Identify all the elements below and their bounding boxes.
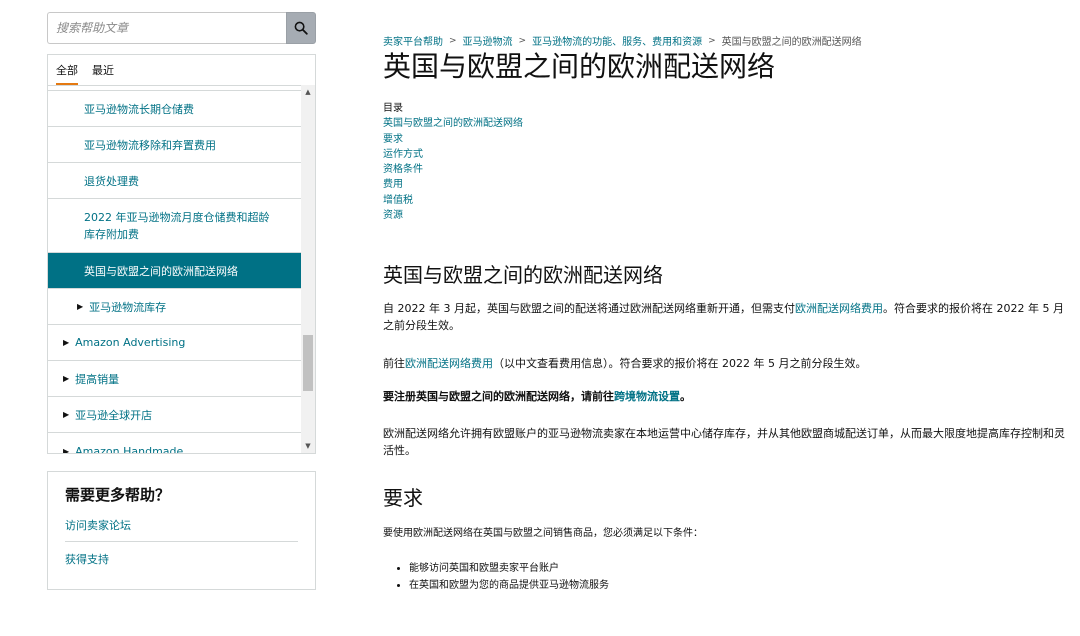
nav-item-global-selling[interactable]: ▶ 亚马逊全球开店 — [48, 397, 301, 433]
search-input[interactable] — [47, 12, 286, 44]
expand-triangle-icon: ▶ — [77, 302, 84, 311]
nav-item-label: Amazon Handmade — [75, 444, 184, 454]
article-content: 卖家平台帮助 > 亚马逊物流 > 亚马逊物流的功能、服务、费用和资源 > 英国与… — [383, 33, 1073, 594]
seller-forums-link[interactable]: 访问卖家论坛 — [65, 511, 298, 541]
more-help-title: 需要更多帮助？ — [65, 486, 171, 504]
toc-link-efn[interactable]: 英国与欧盟之间的欧洲配送网络 — [383, 116, 1073, 131]
toc-link-vat[interactable]: 增值税 — [383, 193, 1073, 208]
nav-tabs: 全部 最近 — [48, 55, 315, 86]
chevron-right-icon: > — [708, 35, 716, 46]
search-bar — [47, 12, 316, 44]
text: （以中文查看费用信息）。符合要求的报价将在 2022 年 5 月之前分段生效。 — [493, 357, 867, 371]
chevron-right-icon: > — [518, 35, 527, 46]
breadcrumb-seller-help[interactable]: 卖家平台帮助 — [383, 33, 443, 48]
scrollbar-thumb[interactable] — [303, 335, 313, 391]
nav-item-label: 提高销量 — [75, 372, 120, 386]
nav-item-amazon-advertising[interactable]: ▶ Amazon Advertising — [48, 325, 301, 361]
nav-tabs-panel: 全部 最近 — [47, 54, 316, 86]
paragraph-fees: 前往欧洲配送网络费用（以中文查看费用信息）。符合要求的报价将在 2022 年 5… — [383, 355, 1073, 372]
tab-recent[interactable]: 最近 — [92, 62, 114, 85]
list-item: 在英国和欧盟为您的商品提供亚马逊物流服务 — [409, 577, 1073, 594]
nav-item-grow-sales[interactable]: ▶ 提高销量 — [48, 361, 301, 397]
nav-item-label: 亚马逊物流移除和弃置费用 — [84, 138, 216, 152]
paragraph-requirements-intro: 要使用欧洲配送网络在英国与欧盟之间销售商品，您必须满足以下条件： — [383, 528, 703, 540]
nav-item-label: 2022 年亚马逊物流月度仓储费和超龄库存附加费 — [84, 210, 270, 241]
nav-item-removal-fee[interactable]: 亚马逊物流移除和弃置费用 — [48, 127, 301, 163]
nav-item-amazon-handmade[interactable]: ▶ Amazon Handmade — [48, 433, 301, 454]
efn-fees-link[interactable]: 欧洲配送网络费用 — [795, 302, 883, 315]
section-heading-efn: 英国与欧盟之间的欧洲配送网络 — [383, 263, 663, 288]
nav-item-label: 亚马逊物流长期仓储费 — [84, 102, 194, 116]
section-heading-requirements: 要求 — [383, 486, 423, 511]
expand-triangle-icon: ▶ — [63, 374, 70, 383]
paragraph-intro: 自 2022 年 3 月起，英国与欧盟之间的配送将通过欧洲配送网络重新开通，但需… — [383, 300, 1073, 334]
tab-all[interactable]: 全部 — [56, 62, 78, 85]
text: 前往 — [383, 357, 405, 371]
toc-link-eligibility[interactable]: 资格条件 — [383, 162, 1073, 177]
nav-scrollbar[interactable]: ▲ ▼ — [301, 85, 315, 453]
breadcrumb: 卖家平台帮助 > 亚马逊物流 > 亚马逊物流的功能、服务、费用和资源 > 英国与… — [383, 33, 1073, 49]
help-sidebar: 全部 最近 亚马逊物流长期仓储费 亚马逊物流移除和弃置费用 退货处理费 2022… — [47, 12, 316, 590]
nav-item-label: 亚马逊全球开店 — [75, 408, 153, 422]
toc-link-resources[interactable]: 资源 — [383, 208, 1073, 223]
nav-item-label: 英国与欧盟之间的欧洲配送网络 — [84, 264, 238, 278]
paragraph-description: 欧洲配送网络允许拥有欧盟账户的亚马逊物流卖家在本地运营中心储存库存，并从其他欧盟… — [383, 427, 1065, 458]
nav-list: 亚马逊物流长期仓储费 亚马逊物流移除和弃置费用 退货处理费 2022 年亚马逊物… — [48, 85, 301, 454]
toc-heading: 目录 — [383, 103, 403, 114]
cross-border-settings-link[interactable]: 跨境物流设置 — [614, 390, 680, 403]
toc-link-fees[interactable]: 费用 — [383, 177, 1073, 192]
scroll-down-icon[interactable]: ▼ — [301, 439, 315, 453]
requirements-list: 能够访问英国和欧盟卖家平台账户 在英国和欧盟为您的商品提供亚马逊物流服务 — [383, 560, 1073, 594]
text: 自 2022 年 3 月起，英国与欧盟之间的配送将通过欧洲配送网络重新开通，但需… — [383, 302, 795, 316]
paragraph-register: 要注册英国与欧盟之间的欧洲配送网络，请前往跨境物流设置。 — [383, 388, 1073, 405]
toc-link-how-it-works[interactable]: 运作方式 — [383, 147, 1073, 162]
page-title: 英国与欧盟之间的欧洲配送网络 — [383, 50, 776, 83]
nav-item-long-term-storage-fee[interactable]: 亚马逊物流长期仓储费 — [48, 91, 301, 127]
breadcrumb-fba[interactable]: 亚马逊物流 — [463, 33, 513, 48]
expand-triangle-icon: ▶ — [63, 338, 70, 347]
nav-tree[interactable]: 亚马逊物流长期仓储费 亚马逊物流移除和弃置费用 退货处理费 2022 年亚马逊物… — [47, 85, 316, 454]
nav-item-returns-fee[interactable]: 退货处理费 — [48, 163, 301, 199]
more-help-box: 需要更多帮助？ 访问卖家论坛 获得支持 — [47, 471, 316, 590]
list-item: 能够访问英国和欧盟卖家平台账户 — [409, 560, 1073, 577]
efn-fees-link-2[interactable]: 欧洲配送网络费用 — [405, 357, 493, 370]
get-support-link[interactable]: 获得支持 — [65, 542, 298, 575]
expand-triangle-icon: ▶ — [63, 446, 70, 454]
text-bold: 要注册英国与欧盟之间的欧洲配送网络，请前往 — [383, 390, 614, 404]
breadcrumb-fba-features[interactable]: 亚马逊物流的功能、服务、费用和资源 — [532, 33, 702, 48]
breadcrumb-current: 英国与欧盟之间的欧洲配送网络 — [721, 37, 862, 48]
table-of-contents: 目录 英国与欧盟之间的欧洲配送网络 要求 运作方式 资格条件 费用 增值税 资源 — [383, 101, 1073, 223]
nav-item-label: 亚马逊物流库存 — [89, 300, 167, 314]
nav-item-label: Amazon Advertising — [75, 336, 186, 349]
toc-link-requirements[interactable]: 要求 — [383, 132, 1073, 147]
nav-item-label: 退货处理费 — [84, 174, 139, 188]
expand-triangle-icon: ▶ — [63, 410, 70, 419]
search-button[interactable] — [286, 12, 316, 44]
search-icon — [294, 21, 308, 35]
chevron-right-icon: > — [449, 35, 457, 46]
text-bold: 。 — [680, 390, 691, 404]
nav-item-monthly-storage-fee[interactable]: 2022 年亚马逊物流月度仓储费和超龄库存附加费 — [48, 199, 301, 253]
scroll-up-icon[interactable]: ▲ — [301, 85, 315, 99]
nav-item-efn-uk-eu[interactable]: 英国与欧盟之间的欧洲配送网络 — [48, 253, 301, 289]
nav-item-fba-inventory[interactable]: ▶ 亚马逊物流库存 — [48, 289, 301, 325]
